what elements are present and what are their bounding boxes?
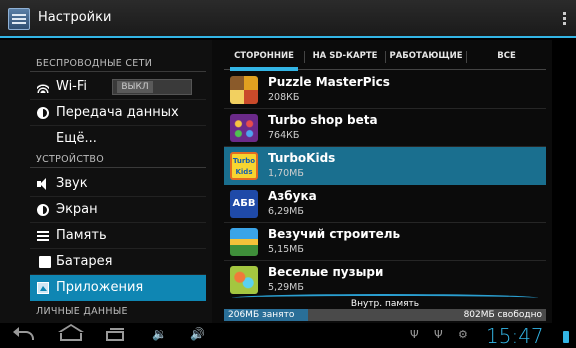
storage-bar: 206МБ занято 802МБ свободно xyxy=(224,309,546,321)
volume-up-icon[interactable]: 🔊 xyxy=(190,327,205,341)
sidebar-item-apps[interactable]: Приложения xyxy=(30,275,206,301)
settings-app-icon[interactable] xyxy=(8,8,30,30)
sidebar-item-label: Экран xyxy=(56,202,98,217)
tab-third-party[interactable]: СТОРОННИЕ xyxy=(224,44,304,71)
back-icon[interactable] xyxy=(13,327,34,340)
settings-sidebar: БЕСПРОВОДНЫЕ СЕТИ Wi-Fi ВЫКЛ Передача да… xyxy=(0,40,212,323)
recent-apps-icon[interactable] xyxy=(106,328,124,341)
sound-icon xyxy=(37,178,49,190)
wifi-toggle[interactable]: ВЫКЛ xyxy=(112,79,192,95)
storage-free-text: 802МБ свободно xyxy=(463,310,542,320)
overflow-menu-icon[interactable] xyxy=(563,12,566,26)
puzzle-app-icon xyxy=(230,76,258,104)
apps-icon xyxy=(37,282,49,294)
battery-icon xyxy=(39,256,51,268)
sidebar-item-display[interactable]: Экран xyxy=(30,197,206,223)
usb-debug-icon: Ψ xyxy=(434,328,443,341)
app-size: 5,15МБ xyxy=(268,244,304,255)
builder-app-icon xyxy=(230,228,258,256)
tab-sd-card[interactable]: НА SD-КАРТЕ xyxy=(305,44,385,70)
display-icon xyxy=(37,204,49,216)
app-filter-tabs: СТОРОННИЕ НА SD-КАРТЕ РАБОТАЮЩИЕ ВСЕ xyxy=(224,44,546,71)
tab-all[interactable]: ВСЕ xyxy=(467,44,546,70)
wifi-toggle-label: ВЫКЛ xyxy=(117,81,153,93)
app-list-item[interactable]: Turbo shop beta 764КБ xyxy=(224,109,546,147)
storage-icon xyxy=(37,230,49,242)
sidebar-item-more[interactable]: Ещё... xyxy=(30,126,206,152)
sidebar-item-data-usage[interactable]: Передача данных xyxy=(30,100,206,126)
sidebar-item-battery[interactable]: Батарея xyxy=(30,249,206,275)
status-clock: 15:47 xyxy=(486,324,544,348)
sidebar-item-label: Приложения xyxy=(56,280,144,295)
app-size: 6,29МБ xyxy=(268,206,304,217)
sidebar-item-label: Память xyxy=(56,228,107,243)
sidebar-item-label: Передача данных xyxy=(56,105,179,120)
home-icon[interactable] xyxy=(58,324,84,341)
app-name: Везучий строитель xyxy=(268,227,401,241)
sidebar-item-label: Ещё... xyxy=(56,131,97,146)
internal-storage-summary: Внутр. память 206МБ занято 802МБ свободн… xyxy=(224,294,546,322)
app-name: Turbo shop beta xyxy=(268,113,378,127)
app-size: 208КБ xyxy=(268,92,300,103)
action-bar: Настройки xyxy=(0,0,576,38)
section-header-personal: ЛИЧНЫЕ ДАННЫЕ xyxy=(36,306,128,317)
storage-label: Внутр. память xyxy=(350,299,420,309)
section-header-wireless: БЕСПРОВОДНЫЕ СЕТИ xyxy=(36,58,153,69)
sidebar-item-storage[interactable]: Память xyxy=(30,223,206,249)
sidebar-item-label: Батарея xyxy=(56,254,113,269)
usb-icon: Ψ xyxy=(410,328,419,341)
data-usage-icon xyxy=(37,107,49,119)
tab-running[interactable]: РАБОТАЮЩИЕ xyxy=(386,44,466,70)
app-list-item[interactable]: АБВ Азбука 6,29МБ xyxy=(224,185,546,223)
app-name: Азбука xyxy=(268,189,317,203)
turbokids-app-icon: Turbo Kids xyxy=(230,152,258,180)
app-size: 764КБ xyxy=(268,130,300,141)
app-size: 1,70МБ xyxy=(268,168,304,179)
app-list-item[interactable]: Везучий строитель 5,15МБ xyxy=(224,223,546,261)
sidebar-item-sound[interactable]: Звук xyxy=(30,171,206,197)
volume-down-icon[interactable]: 🔉 xyxy=(152,327,167,341)
wifi-icon xyxy=(37,81,49,93)
app-name: Puzzle MasterPics xyxy=(268,75,390,89)
system-navigation-bar: 🔉 🔊 Ψ Ψ ⚙ 15:47 xyxy=(0,323,576,348)
section-divider xyxy=(30,71,206,72)
android-icon: ⚙ xyxy=(458,328,468,341)
app-list-item-selected[interactable]: Turbo Kids TurboKids 1,70МБ xyxy=(224,147,546,185)
section-header-device: УСТРОЙСТВО xyxy=(36,154,104,165)
alphabet-app-icon: АБВ xyxy=(230,190,258,218)
shop-app-icon xyxy=(230,114,258,142)
battery-status-icon xyxy=(563,331,569,343)
sidebar-item-label: Wi-Fi xyxy=(56,79,88,94)
app-size: 5,29МБ xyxy=(268,282,304,293)
app-name: Веселые пузыри xyxy=(268,265,384,279)
bubbles-app-icon xyxy=(230,266,258,294)
page-title: Настройки xyxy=(38,10,112,25)
app-name: TurboKids xyxy=(268,151,336,165)
apps-panel: СТОРОННИЕ НА SD-КАРТЕ РАБОТАЮЩИЕ ВСЕ Puz… xyxy=(212,40,552,323)
storage-used-text: 206МБ занято xyxy=(228,310,295,320)
section-divider xyxy=(30,167,206,168)
sidebar-item-label: Звук xyxy=(56,176,88,191)
sidebar-item-wifi[interactable]: Wi-Fi ВЫКЛ xyxy=(30,74,206,100)
app-list-item[interactable]: Puzzle MasterPics 208КБ xyxy=(224,71,546,109)
